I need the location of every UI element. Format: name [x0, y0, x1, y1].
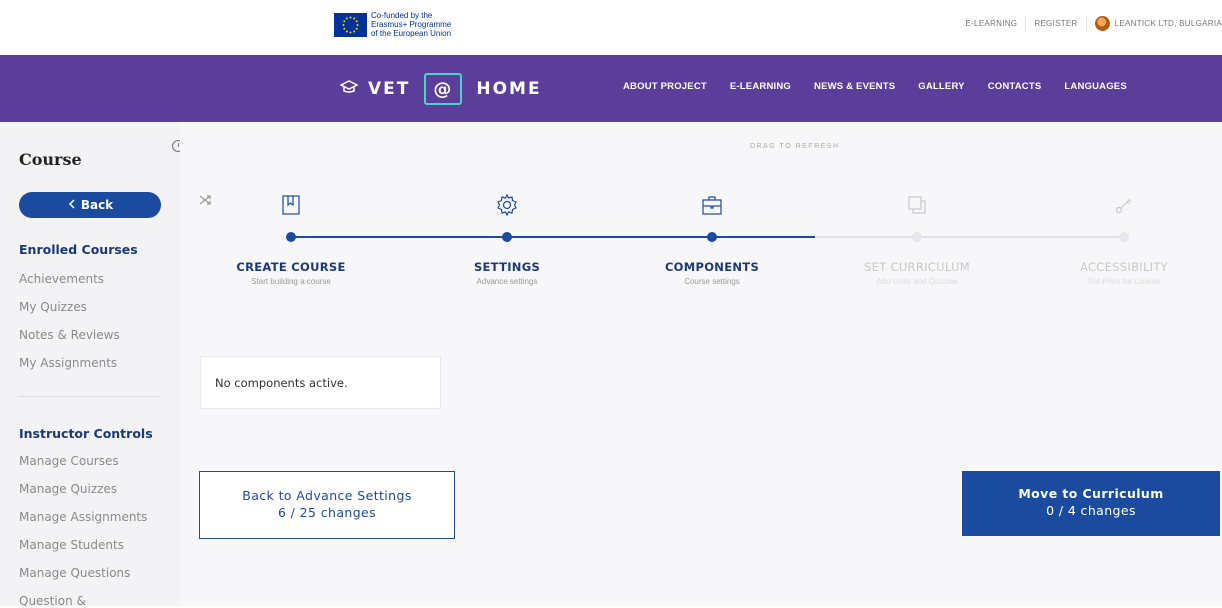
instructor-controls-heading[interactable]: Instructor Controls [19, 426, 153, 441]
step-label: ACCESSIBILITY [1079, 260, 1168, 274]
sidebar-item-manage-courses[interactable]: Manage Courses [19, 454, 119, 468]
no-components-text: No components active. [215, 375, 348, 390]
site-logo[interactable]: VET @ HOME [339, 73, 542, 105]
sidebar-item-manage-quizzes[interactable]: Manage Quizzes [19, 482, 117, 496]
sidebar-item-achievements[interactable]: Achievements [19, 272, 104, 286]
course-sidebar: Course Back Enrolled Courses Achievement… [0, 122, 180, 608]
nav-links: ABOUT PROJECT E-LEARNING NEWS & EVENTS G… [623, 81, 1150, 92]
step-subtitle: Set Price for Course [1087, 277, 1161, 286]
step-dot [286, 232, 296, 242]
button-changes: 0 / 4 changes [1046, 503, 1136, 518]
sidebar-item-manage-questions[interactable]: Manage Questions [19, 566, 130, 580]
button-label: Move to Curriculum [1018, 486, 1164, 501]
step-dot [502, 232, 512, 242]
eu-cofunded-logo: Co-funded by the Erasmus+ Programme of t… [334, 11, 451, 38]
components-panel: No components active. [200, 356, 441, 409]
gear-icon [422, 190, 592, 220]
avatar [1094, 16, 1110, 31]
step-subtitle: Advance settings [476, 277, 538, 286]
arrow-left-icon [67, 198, 77, 212]
eu-line: Co-funded by the [371, 11, 433, 20]
sidebar-title: Course [19, 150, 82, 169]
sidebar-divider [19, 396, 161, 397]
briefcase-icon [627, 190, 797, 220]
eu-flag-icon [334, 12, 367, 37]
bookmark-icon [206, 190, 376, 220]
step-accessibility[interactable]: ACCESSIBILITY Set Price for Course [1039, 190, 1209, 286]
step-subtitle: Add Units and Quizzes [876, 277, 958, 286]
step-dot [912, 232, 922, 242]
nav-elearning[interactable]: E-LEARNING [730, 81, 791, 92]
key-icon [1039, 190, 1209, 220]
back-to-advance-settings-button[interactable]: Back to Advance Settings 6 / 25 changes [199, 471, 455, 539]
top-strip: Co-funded by the Erasmus+ Programme of t… [0, 0, 1222, 55]
brand-vet: VET [368, 79, 411, 99]
enrolled-courses-heading[interactable]: Enrolled Courses [19, 242, 138, 257]
button-label: Back to Advance Settings [242, 488, 412, 503]
back-label: Back [80, 198, 114, 212]
step-label: COMPONENTS [664, 260, 760, 274]
sidebar-item-notes-reviews[interactable]: Notes & Reviews [19, 328, 120, 342]
nav-contacts[interactable]: CONTACTS [988, 81, 1042, 92]
step-components[interactable]: COMPONENTS Course settings [627, 190, 797, 286]
sidebar-item-my-quizzes[interactable]: My Quizzes [19, 300, 87, 314]
user-name: LEANTICK LTD, BULGARIA [1114, 19, 1222, 28]
button-changes: 6 / 25 changes [277, 505, 377, 520]
top-link-elearning[interactable]: E-LEARNING [957, 16, 1027, 31]
step-label: SET CURRICULUM [864, 260, 970, 274]
step-settings[interactable]: SETTINGS Advance settings [422, 190, 592, 286]
nav-languages[interactable]: LANGUAGES [1064, 81, 1127, 92]
eu-text: Co-funded by the Erasmus+ Programme of t… [371, 11, 451, 38]
brand-at: @ [424, 73, 463, 105]
step-set-curriculum[interactable]: SET CURRICULUM Add Units and Quizzes [832, 190, 1002, 286]
nav-about-project[interactable]: ABOUT PROJECT [623, 81, 707, 92]
brand-home: HOME [476, 79, 542, 99]
step-create-course[interactable]: CREATE COURSE Start building a course [206, 190, 376, 286]
step-subtitle: Start building a course [251, 277, 331, 286]
sidebar-item-my-assignments[interactable]: My Assignments [19, 356, 117, 370]
top-link-register[interactable]: REGISTER [1026, 16, 1087, 31]
step-label: CREATE COURSE [236, 260, 346, 274]
sidebar-item-manage-assignments[interactable]: Manage Assignments [19, 510, 147, 524]
course-builder: DRAG TO REFRESH CREATE COURSE Start buil… [180, 122, 1222, 606]
step-label: SETTINGS [473, 260, 541, 274]
step-dot [1119, 232, 1129, 242]
graduation-cap-icon [339, 80, 359, 98]
nav-gallery[interactable]: GALLERY [918, 81, 964, 92]
drag-to-refresh: DRAG TO REFRESH [750, 143, 840, 150]
move-to-curriculum-button[interactable]: Move to Curriculum 0 / 4 changes [962, 471, 1220, 536]
user-menu[interactable]: LEANTICK LTD, BULGARIA [1087, 16, 1222, 31]
step-subtitle: Course settings [684, 277, 740, 286]
sidebar-item-manage-students[interactable]: Manage Students [19, 538, 124, 552]
eu-line: of the European Union [371, 29, 452, 38]
eu-line: Erasmus+ Programme [371, 20, 452, 29]
copy-icon [832, 190, 1002, 220]
top-links: E-LEARNING REGISTER LEANTICK LTD, BULGAR… [957, 16, 1222, 31]
nav-news-events[interactable]: NEWS & EVENTS [814, 81, 895, 92]
step-dot [707, 232, 717, 242]
back-button[interactable]: Back [19, 192, 161, 218]
main-navbar: VET @ HOME ABOUT PROJECT E-LEARNING NEWS… [0, 55, 1222, 122]
